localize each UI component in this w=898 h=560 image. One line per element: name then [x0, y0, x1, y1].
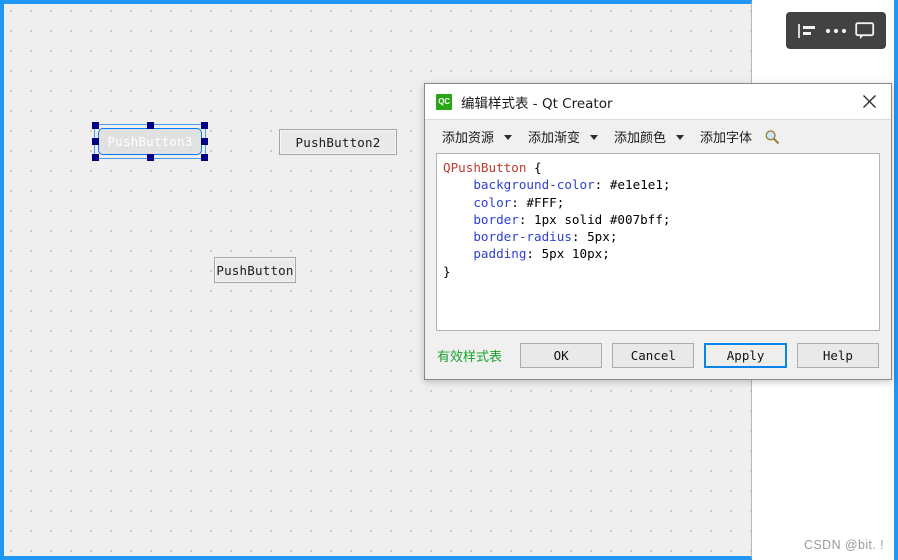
edit-stylesheet-dialog[interactable]: QC 编辑样式表 - Qt Creator 添加资源 添加渐变 添加颜色 添加字…: [424, 83, 892, 380]
chevron-down-icon[interactable]: [590, 135, 599, 140]
add-resource-menu[interactable]: 添加资源: [439, 125, 521, 148]
help-button[interactable]: Help: [796, 342, 879, 368]
magnifier-icon[interactable]: [763, 128, 781, 146]
add-gradient-menu[interactable]: 添加渐变: [525, 125, 607, 148]
floating-toolbar[interactable]: [786, 12, 886, 49]
frame-right-edge: [894, 0, 898, 560]
widget-pushbutton3-label: PushButton3: [107, 134, 193, 149]
widget-pushbutton3[interactable]: PushButton3: [98, 128, 202, 155]
add-color-label: 添加颜色: [614, 131, 667, 146]
widget-pushbutton2[interactable]: PushButton2: [279, 129, 397, 155]
more-ellipsis-icon[interactable]: [824, 19, 848, 43]
stylesheet-code-text: QPushButton { background-color: #e1e1e1;…: [443, 160, 671, 279]
resize-handle-nw[interactable]: [92, 122, 99, 129]
add-font-menu[interactable]: 添加字体: [697, 125, 781, 148]
watermark: CSDN @bit. !: [803, 538, 884, 552]
ok-button[interactable]: OK: [520, 342, 603, 368]
qt-creator-icon: QC: [436, 93, 452, 110]
resize-handle-se[interactable]: [201, 154, 208, 161]
resize-handle-sw[interactable]: [92, 154, 99, 161]
close-icon[interactable]: [856, 89, 882, 115]
widget-pushbutton2-label: PushButton2: [295, 134, 381, 150]
resize-handle-s[interactable]: [146, 154, 154, 161]
add-resource-label: 添加资源: [442, 131, 495, 146]
comment-bubble-icon[interactable]: [853, 19, 877, 43]
align-list-icon[interactable]: [795, 19, 819, 43]
chevron-down-icon[interactable]: [676, 135, 685, 140]
widget-pushbutton[interactable]: PushButton: [214, 257, 296, 283]
cancel-button[interactable]: Cancel: [612, 342, 695, 368]
dialog-titlebar[interactable]: QC 编辑样式表 - Qt Creator: [425, 84, 891, 120]
dialog-toolbar[interactable]: 添加资源 添加渐变 添加颜色 添加字体: [425, 120, 891, 153]
status-badge: 有效样式表: [437, 349, 503, 365]
stylesheet-code-editor[interactable]: QPushButton { background-color: #e1e1e1;…: [436, 153, 880, 331]
resize-handle-e[interactable]: [201, 138, 208, 145]
add-font-label: 添加字体: [700, 131, 753, 146]
resize-handle-ne[interactable]: [201, 122, 208, 129]
add-gradient-label: 添加渐变: [528, 131, 581, 146]
add-color-menu[interactable]: 添加颜色: [611, 125, 693, 148]
widget-pushbutton-label: PushButton: [216, 262, 294, 278]
dialog-title: 编辑样式表 - Qt Creator: [461, 95, 613, 112]
apply-button[interactable]: Apply: [704, 342, 787, 368]
chevron-down-icon[interactable]: [504, 135, 513, 140]
dialog-button-bar: 有效样式表 OK Cancel Apply Help: [425, 331, 891, 379]
